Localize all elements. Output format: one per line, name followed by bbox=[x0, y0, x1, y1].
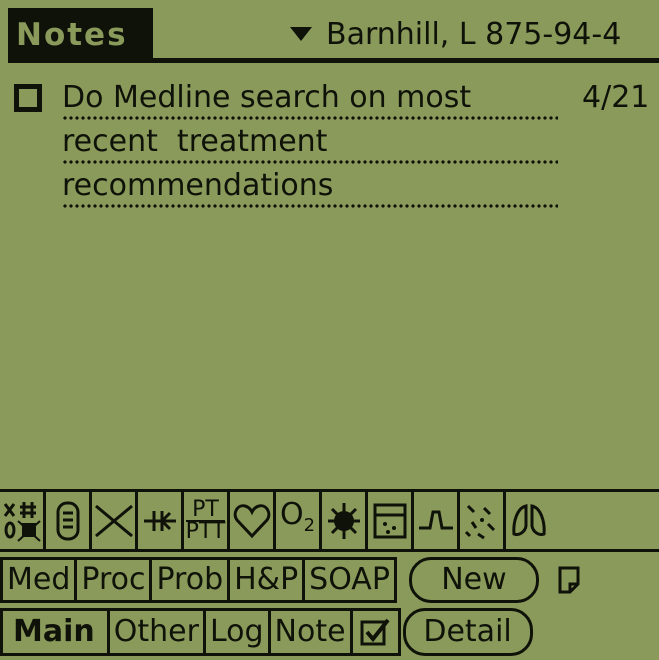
tube-button[interactable] bbox=[46, 492, 92, 549]
view-button-row: Main Other Log Note Detail bbox=[0, 608, 659, 656]
ptt-label: PTT bbox=[185, 518, 226, 544]
lungs-button[interactable] bbox=[506, 492, 552, 549]
tube-icon bbox=[56, 501, 79, 540]
other-button[interactable]: Other bbox=[109, 608, 206, 656]
box-button[interactable] bbox=[368, 492, 414, 549]
todo-text-line[interactable]: recommendations bbox=[62, 166, 558, 208]
log-button[interactable]: Log bbox=[205, 608, 271, 656]
todo-checkbox[interactable] bbox=[14, 84, 42, 112]
title-bar: Notes Barnhill, L 875-94-4 bbox=[8, 8, 659, 63]
checkbox-filter-button[interactable] bbox=[352, 608, 401, 656]
splat-icon bbox=[327, 502, 360, 539]
triangle-down-icon[interactable] bbox=[290, 27, 312, 41]
prob-button[interactable]: Prob bbox=[152, 557, 231, 603]
splat-button[interactable] bbox=[322, 492, 368, 549]
todo-due-date[interactable]: 4/21 bbox=[582, 78, 649, 118]
note-button[interactable]: Note bbox=[270, 608, 353, 656]
o2-icon: O2 bbox=[280, 500, 316, 536]
scatter-button[interactable] bbox=[460, 492, 506, 549]
heart-icon bbox=[233, 503, 270, 538]
icon-toolbar: PT PTT O2 bbox=[0, 489, 659, 552]
lab-grid-icon bbox=[3, 501, 41, 542]
pt-ptt-button[interactable]: PT PTT bbox=[184, 492, 230, 549]
detail-button[interactable]: Detail bbox=[402, 608, 533, 656]
hp-button[interactable]: H&P bbox=[230, 557, 306, 603]
pt-label: PT bbox=[192, 496, 219, 522]
arrows-icon bbox=[143, 510, 176, 531]
lungs-icon bbox=[512, 503, 546, 536]
o2-button[interactable]: O2 bbox=[276, 492, 322, 549]
o2-subscript: 2 bbox=[303, 515, 316, 536]
pulse-icon bbox=[418, 510, 453, 529]
todo-text-line[interactable]: Do Medline search on most bbox=[62, 78, 558, 120]
pt-ptt-icon: PT PTT bbox=[185, 496, 226, 544]
heart-button[interactable] bbox=[230, 492, 276, 549]
scatter-icon bbox=[464, 504, 495, 539]
app-title[interactable]: Notes bbox=[8, 8, 153, 63]
new-button[interactable]: New bbox=[408, 557, 539, 603]
cross-lines-icon bbox=[94, 504, 133, 537]
cross-lines-button[interactable] bbox=[92, 492, 138, 549]
main-button[interactable]: Main bbox=[0, 608, 110, 656]
soap-button[interactable]: SOAP bbox=[305, 557, 397, 603]
pulse-button[interactable] bbox=[414, 492, 460, 549]
arrows-button[interactable] bbox=[138, 492, 184, 549]
palm-screen: Notes Barnhill, L 875-94-4 Do Medline se… bbox=[0, 0, 659, 660]
o2-label: O bbox=[279, 497, 304, 532]
todo-text-line[interactable]: recent treatment bbox=[62, 122, 558, 164]
lab-grid-button[interactable] bbox=[0, 492, 46, 549]
box-icon bbox=[373, 503, 406, 538]
patient-selector-label: Barnhill, L 875-94-4 bbox=[326, 16, 622, 52]
patient-selector[interactable]: Barnhill, L 875-94-4 bbox=[290, 10, 621, 58]
proc-button[interactable]: Proc bbox=[77, 557, 153, 603]
med-button[interactable]: Med bbox=[0, 557, 78, 603]
note-icon[interactable] bbox=[557, 557, 581, 603]
todo-item[interactable]: Do Medline search on most recent treatme… bbox=[14, 78, 659, 218]
checked-box-icon bbox=[360, 618, 390, 646]
category-button-row: Med Proc Prob H&P SOAP New bbox=[0, 557, 659, 603]
